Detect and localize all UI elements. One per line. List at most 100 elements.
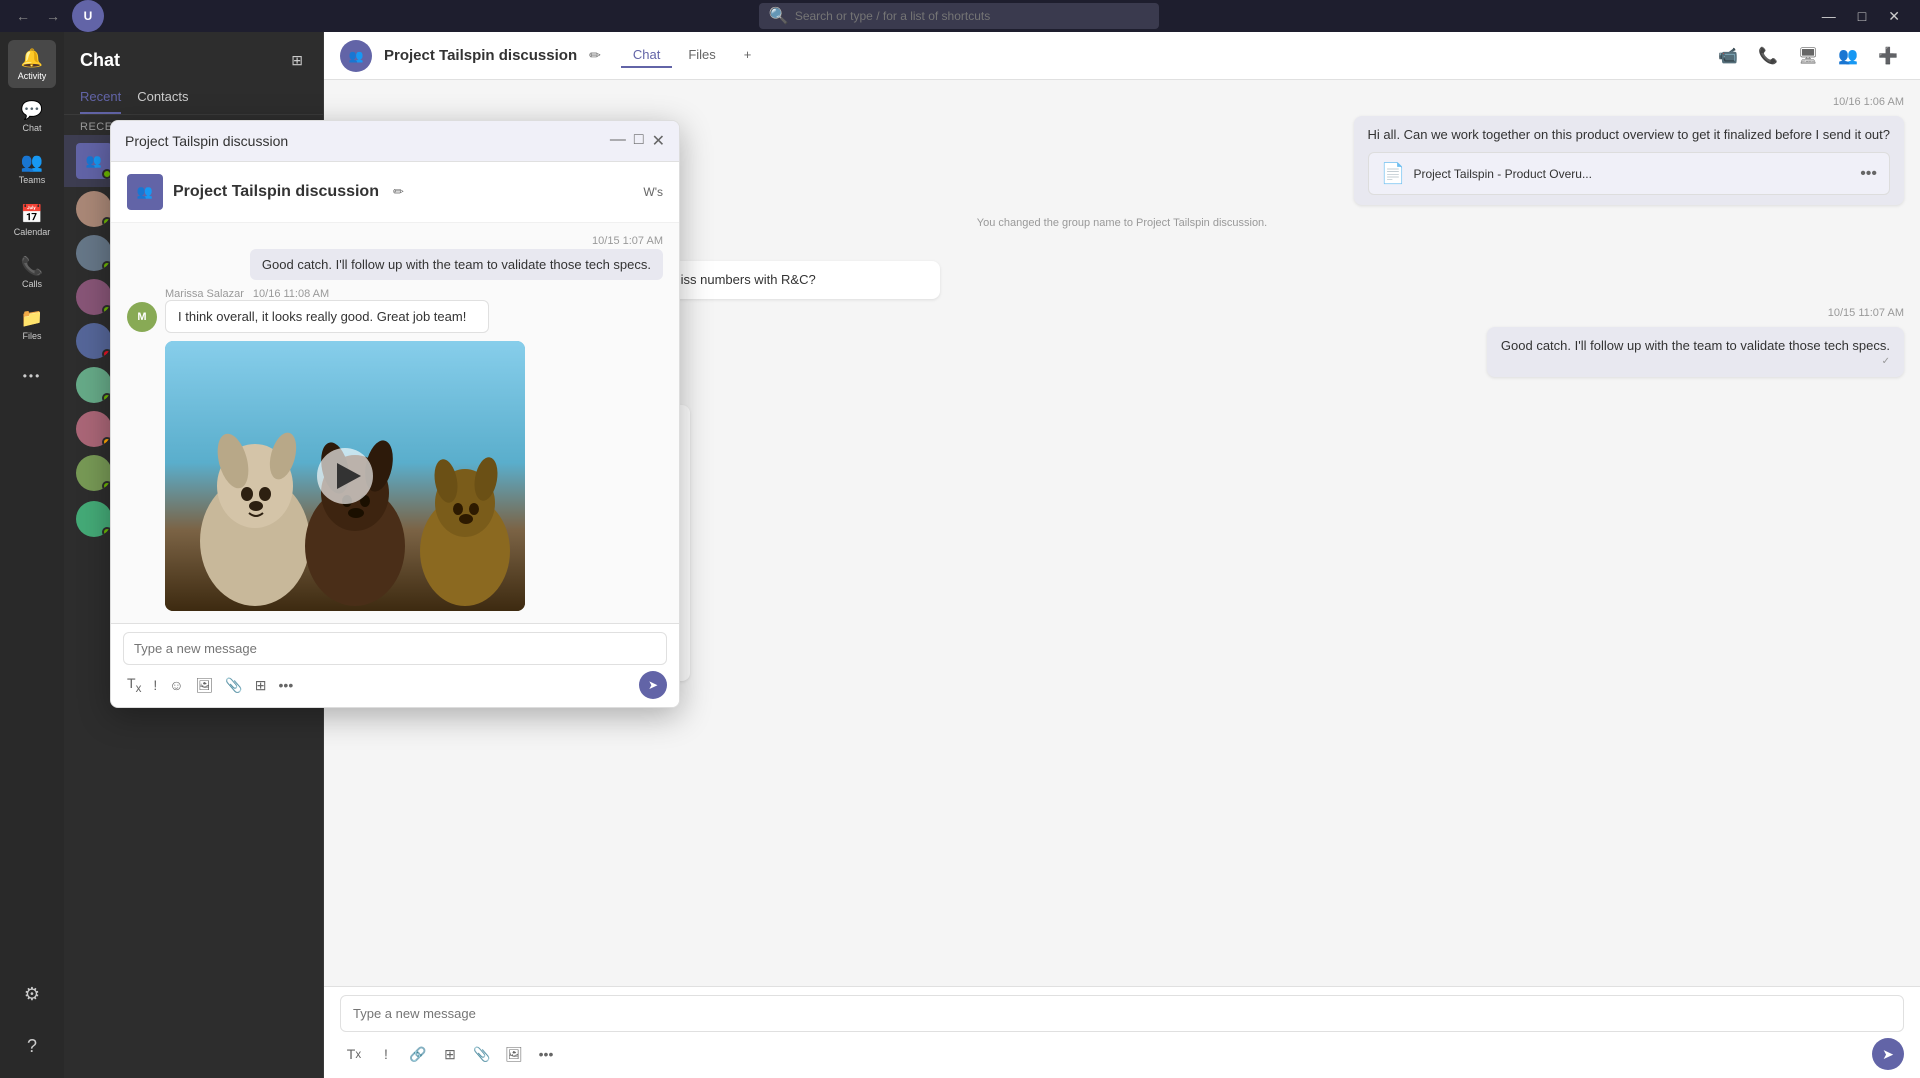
nav-label-calls: Calls [22,279,42,289]
popup-messages: 10/15 1:07 AM Good catch. I'll follow up… [111,223,679,623]
tab-chat[interactable]: Chat [621,43,672,68]
popup-avatar-icon: 👥 [137,184,153,200]
nav-item-more[interactable]: ••• [8,352,56,400]
avatar [76,455,112,491]
search-input[interactable] [795,9,1149,23]
popup-members-label: W's [643,185,663,199]
popup-msg-bubble-2: I think overall, it looks really good. G… [165,300,489,333]
minimize-btn[interactable]: — [1814,6,1844,26]
format-btn[interactable]: Tx [340,1040,368,1068]
popup-msg-meta-2: Marissa Salazar 10/16 11:08 AM [165,288,525,300]
nav-item-files[interactable]: 📁 Files [8,300,56,348]
file-menu-btn[interactable]: ••• [1860,165,1877,183]
compose-toolbar: Tx ! 🔗 ⊞ 📎 🖼 ••• ➤ [340,1032,1904,1070]
file-name: Project Tailspin - Product Overu... [1413,167,1592,181]
channel-name: Project Tailspin discussion [384,47,577,64]
image-btn[interactable]: 🖼 [500,1040,528,1068]
nav-label-chat: Chat [22,123,41,133]
audio-call-btn[interactable]: 📞 [1752,40,1784,72]
popup-important-btn[interactable]: ! [149,675,161,695]
title-bar-right: — □ ✕ [1814,6,1908,27]
title-bar: ← → U 🔍 — □ ✕ [0,0,1920,32]
send-btn[interactable]: ➤ [1872,1038,1904,1070]
video-call-btn[interactable]: 📹 [1712,40,1744,72]
message-bubble-4: Good catch. I'll follow up with the team… [1487,327,1904,376]
popup-compose-input[interactable] [123,632,667,665]
popup-emoji-btn[interactable]: ☺ [165,675,187,695]
nav-label-files: Files [22,331,41,341]
popup-close-btn[interactable]: ✕ [652,131,665,151]
avatar [76,235,112,271]
forward-btn[interactable]: → [42,6,64,26]
nav-item-teams[interactable]: 👥 Teams [8,144,56,192]
popup-video-thumbnail[interactable] [165,341,525,611]
nav-item-help[interactable]: ? [8,1022,56,1070]
nav-item-calls[interactable]: 📞 Calls [8,248,56,296]
msg-timestamp-1: 10/16 1:06 AM [1833,96,1904,108]
more-icon: ••• [23,369,42,383]
search-icon: 🔍 [769,6,789,26]
nav-item-chat[interactable]: 💬 Chat [8,92,56,140]
popup-image-btn[interactable]: 🖼 [192,675,218,696]
nav-label-activity: Activity [18,71,47,81]
screen-share-btn[interactable]: 🖥 [1792,40,1824,72]
filter-btn[interactable]: ⊞ [287,48,307,73]
popup-msg-timestamp-2: 10/16 11:08 AM [253,288,329,300]
popup-edit-icon[interactable]: ✏ [393,184,404,200]
nav-rail: 🔔 Activity 💬 Chat 👥 Teams 📅 Calendar 📞 C… [0,32,64,1078]
popup-content: 👥 Project Tailspin discussion ✏ W's 10/1… [111,162,679,707]
calls-icon: 📞 [21,256,43,277]
close-btn[interactable]: ✕ [1880,6,1908,27]
popup-loop-btn[interactable]: ⊞ [251,675,271,696]
read-receipt-icon: ✓ [1882,356,1890,367]
add-tab-btn[interactable]: ➕ [1872,40,1904,72]
popup-msg-meta-1: 10/15 1:07 AM [592,235,663,247]
tab-recent[interactable]: Recent [80,81,121,114]
popup-format-btn[interactable]: Tx [123,673,145,697]
popup-chat-name: Project Tailspin discussion [173,183,379,201]
activity-icon: 🔔 [21,48,43,69]
table-btn[interactable]: ⊞ [436,1040,464,1068]
nav-item-settings[interactable]: ⚙ [8,970,56,1018]
avatar [76,191,112,227]
popup-send-btn[interactable]: ➤ [639,671,667,699]
teams-icon: 👥 [21,152,43,173]
user-avatar[interactable]: U [72,0,104,32]
link-btn[interactable]: 🔗 [404,1040,432,1068]
attach-btn[interactable]: 📎 [468,1040,496,1068]
nav-item-activity[interactable]: 🔔 Activity [8,40,56,88]
back-btn[interactable]: ← [12,6,34,26]
compose-input[interactable] [340,995,1904,1032]
tab-add[interactable]: + [732,43,764,68]
help-icon: ? [27,1036,37,1057]
msg-timestamp-4: 10/15 11:07 AM [1828,307,1904,319]
avatar [76,279,112,315]
nav-label-teams: Teams [19,175,46,185]
nav-item-calendar[interactable]: 📅 Calendar [8,196,56,244]
channel-tabs: Chat Files + [621,43,764,68]
popup-sender-avatar: M [127,302,157,332]
popup-minimize-btn[interactable]: — [610,131,626,151]
maximize-btn[interactable]: □ [1850,6,1874,26]
popup-expand-btn[interactable]: □ [634,131,644,151]
channel-actions: 📹 📞 🖥 👥 ➕ [1712,40,1904,72]
edit-icon[interactable]: ✏ [589,47,601,64]
more-toolbar-btn[interactable]: ••• [532,1040,560,1068]
global-search-bar[interactable]: 🔍 [759,3,1159,29]
chat-popup: Project Tailspin discussion — □ ✕ 👥 Proj… [110,120,680,708]
popup-header: Project Tailspin discussion — □ ✕ [111,121,679,162]
file-attachment[interactable]: 📄 Project Tailspin - Product Overu... ••… [1368,152,1890,195]
popup-chat-header: 👥 Project Tailspin discussion ✏ W's [111,162,679,223]
group-avatar-icon: 👥 [86,153,102,169]
avatar [76,367,112,403]
sidebar-tabs: Recent Contacts [64,81,323,115]
popup-attach-btn[interactable]: 📎 [221,675,246,696]
popup-controls: — □ ✕ [610,131,665,151]
tab-contacts[interactable]: Contacts [137,81,188,114]
important-btn[interactable]: ! [372,1040,400,1068]
popup-compose: Tx ! ☺ 🖼 📎 ⊞ ••• ➤ [111,623,679,707]
people-btn[interactable]: 👥 [1832,40,1864,72]
popup-more-btn[interactable]: ••• [275,675,298,695]
tab-files[interactable]: Files [676,43,727,68]
popup-avatar: 👥 [127,174,163,210]
